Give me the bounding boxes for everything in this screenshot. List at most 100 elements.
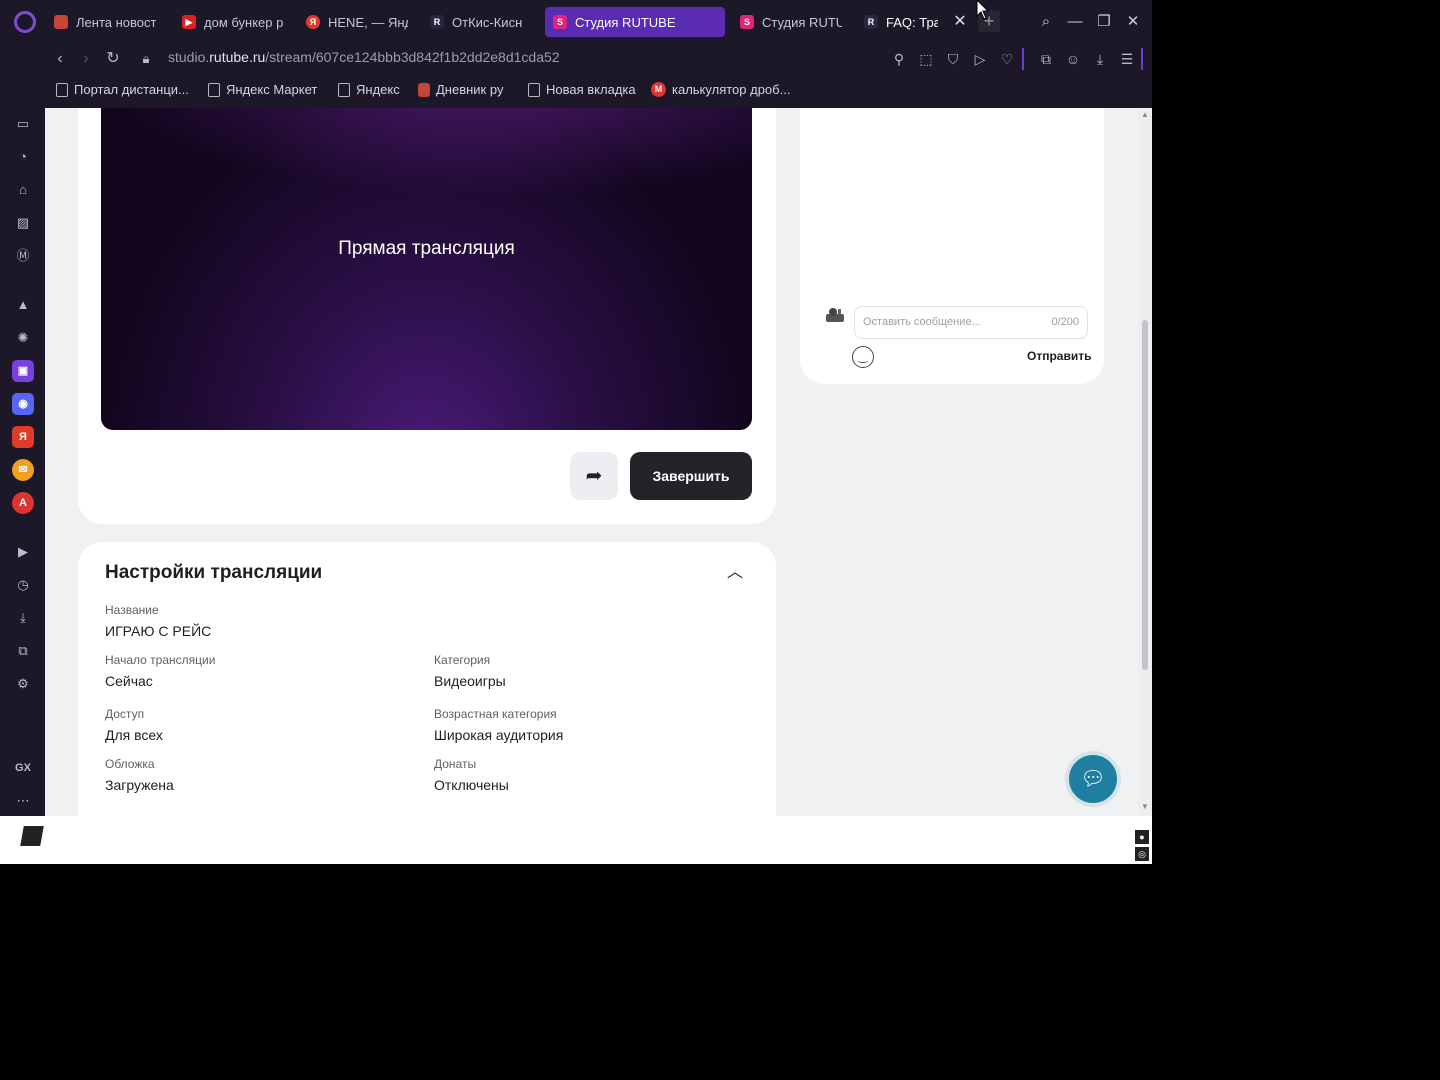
field-label: Начало трансляции xyxy=(105,653,216,667)
studio-icon: S xyxy=(740,15,754,29)
field-name: Название ИГРАЮ С РЕЙС xyxy=(105,603,211,639)
studio-page: Прямая трансляция ➦ Завершить Оставить с… xyxy=(45,108,1138,816)
translate-icon[interactable]: A xyxy=(12,492,34,514)
twitch-icon[interactable]: ▣ xyxy=(12,360,34,382)
tab-youtube[interactable]: ▶ дом бункер р xyxy=(174,7,292,37)
url-field[interactable]: studio.rutube.ru/stream/607ce124bbb3d842… xyxy=(168,49,560,65)
toolbar-separator xyxy=(1022,48,1024,70)
chatgpt-icon[interactable]: ✺ xyxy=(12,327,34,349)
avatar xyxy=(824,306,846,324)
finish-stream-button[interactable]: Завершить xyxy=(630,452,752,500)
menu-icon[interactable]: ☰ xyxy=(1116,48,1138,70)
snapshot-icon[interactable]: ⬚ xyxy=(915,48,937,70)
tab-studio-2[interactable]: S Студия RUTU xyxy=(732,7,850,37)
extensions-icon[interactable]: ⧉ xyxy=(12,640,34,662)
mic-icon[interactable]: ● xyxy=(1135,830,1149,844)
scroll-up-icon[interactable]: ▲ xyxy=(1140,110,1150,119)
reload-icon[interactable]: ↻ xyxy=(101,47,125,71)
chat-bubbles-icon: 💬︎ xyxy=(1080,768,1106,790)
field-cover: Обложка Загружена xyxy=(105,757,174,793)
tab-news[interactable]: Лента новост xyxy=(46,7,164,37)
field-value: Для всех xyxy=(105,727,163,743)
minimize-icon[interactable]: — xyxy=(1063,10,1087,34)
gaming-icon[interactable]: ▭ xyxy=(12,113,34,135)
bookmark-portal[interactable]: Портал дистанци... xyxy=(56,82,189,97)
chevron-up-icon[interactable]: ︿ xyxy=(722,560,748,586)
stream-preview-title: Прямая трансляция xyxy=(338,238,515,259)
tab-faq[interactable]: R FAQ: Тра xyxy=(856,7,946,37)
lock-icon[interactable]: 🔒︎ xyxy=(134,47,158,71)
emoji-icon[interactable]: ‿ xyxy=(852,346,874,368)
news-icon[interactable]: ▨ xyxy=(12,212,34,234)
field-category: Категория Видеоигры xyxy=(434,653,506,689)
m-icon[interactable]: Ⓜ xyxy=(12,245,34,267)
restore-icon[interactable]: ❐ xyxy=(1092,10,1116,34)
heart-icon[interactable]: ♡ xyxy=(996,48,1018,70)
send-icon[interactable]: ▷ xyxy=(969,48,991,70)
url-path: /stream/607ce124bbb3d842f1b2dd2e8d1cda52 xyxy=(265,49,560,65)
metro-icon: M xyxy=(651,82,666,97)
tab-yandex[interactable]: Я HENE, — Янд xyxy=(298,7,416,37)
download-icon[interactable]: ⤓ xyxy=(1089,48,1111,70)
bookmarks-bar: Портал дистанци... Яндекс Маркет Яндекс … xyxy=(0,76,1152,106)
player-icon[interactable]: ▶ xyxy=(12,541,34,563)
stream-preview[interactable]: Прямая трансляция xyxy=(101,108,752,430)
bookmark-calculator[interactable]: M калькулятор дроб... xyxy=(651,82,790,97)
profile-icon[interactable]: ☺ xyxy=(1062,48,1084,70)
pin-icon[interactable]: ⚲ xyxy=(888,48,910,70)
gx-label[interactable]: GX xyxy=(12,757,34,779)
studio-icon: S xyxy=(553,15,567,29)
field-label: Категория xyxy=(434,653,491,667)
bookmark-label: Портал дистанци... xyxy=(74,82,189,97)
bookmark-label: калькулятор дроб... xyxy=(672,82,791,97)
close-window-icon[interactable]: ✕ xyxy=(1121,10,1145,34)
opera-logo-icon[interactable] xyxy=(14,11,36,33)
aria-icon[interactable]: ▲ xyxy=(12,294,34,316)
mouse-cursor-icon xyxy=(976,0,990,20)
settings-icon[interactable]: ⚙ xyxy=(12,673,34,695)
browser-window: Лента новост ▶ дом бункер р Я HENE, — Ян… xyxy=(0,0,1152,864)
mail-icon[interactable]: ✉ xyxy=(12,459,34,481)
bottom-overlay-strip: ● ◎ xyxy=(0,816,1152,864)
speed-dial-icon[interactable]: ◔ xyxy=(12,146,34,168)
camera-icon[interactable]: ◎ xyxy=(1135,847,1149,861)
bookmark-yandex-market[interactable]: Яндекс Маркет xyxy=(208,82,317,97)
page-icon xyxy=(338,82,350,97)
back-icon[interactable]: ‹ xyxy=(48,47,72,71)
scroll-down-icon[interactable]: ▼ xyxy=(1140,802,1150,811)
downloads-icon[interactable]: ⤓ xyxy=(12,607,34,629)
app-logo-icon[interactable] xyxy=(20,826,44,846)
yandex-icon[interactable]: Я xyxy=(12,426,34,448)
share-icon: ➦ xyxy=(585,465,603,487)
scrollbar-thumb[interactable] xyxy=(1142,320,1148,670)
close-tab-icon[interactable]: ✕ xyxy=(950,12,970,32)
url-prefix: studio. xyxy=(168,49,210,65)
page-scrollbar[interactable]: ▲ ▼ xyxy=(1138,108,1152,816)
forward-icon[interactable]: › xyxy=(74,47,98,71)
extensions-icon[interactable]: ⧉ xyxy=(1035,48,1057,70)
field-label: Доступ xyxy=(105,707,145,721)
search-tabs-icon[interactable]: ⌕ xyxy=(1034,10,1058,34)
bookmark-yandex[interactable]: Яндекс xyxy=(338,82,400,97)
history-icon[interactable]: ◷ xyxy=(12,574,34,596)
bookmark-label: Яндекс Маркет xyxy=(226,82,318,97)
rutube-icon: R xyxy=(430,15,444,29)
bookmark-new-tab[interactable]: Новая вкладка xyxy=(528,82,636,97)
bookmark-label: Яндекс xyxy=(356,82,400,97)
address-bar: ‹ › ↻ 🔒︎ studio.rutube.ru/stream/607ce12… xyxy=(0,44,1152,74)
discord-icon[interactable]: ◉ xyxy=(12,393,34,415)
chat-message-input[interactable]: Оставить сообщение... 0/200 xyxy=(854,306,1088,339)
bookmark-dnevnik[interactable]: Дневник ру xyxy=(418,82,503,97)
support-chat-button[interactable]: 💬︎ xyxy=(1065,751,1121,807)
send-message-button[interactable]: Отправить xyxy=(1027,349,1091,363)
field-access: Доступ Для всех xyxy=(105,707,163,743)
field-label: Название xyxy=(105,603,159,617)
stream-player-card: Прямая трансляция ➦ Завершить xyxy=(78,108,776,524)
more-icon[interactable]: ⋯ xyxy=(12,790,34,812)
field-label: Обложка xyxy=(105,757,155,771)
store-icon[interactable]: ⌂ xyxy=(12,179,34,201)
shield-icon[interactable]: ⛉ xyxy=(942,48,964,70)
share-button[interactable]: ➦ xyxy=(570,452,618,500)
tab-otkis[interactable]: R ОтКис-Кисн xyxy=(422,7,540,37)
tab-studio-active[interactable]: S Студия RUTUBE xyxy=(545,7,725,37)
